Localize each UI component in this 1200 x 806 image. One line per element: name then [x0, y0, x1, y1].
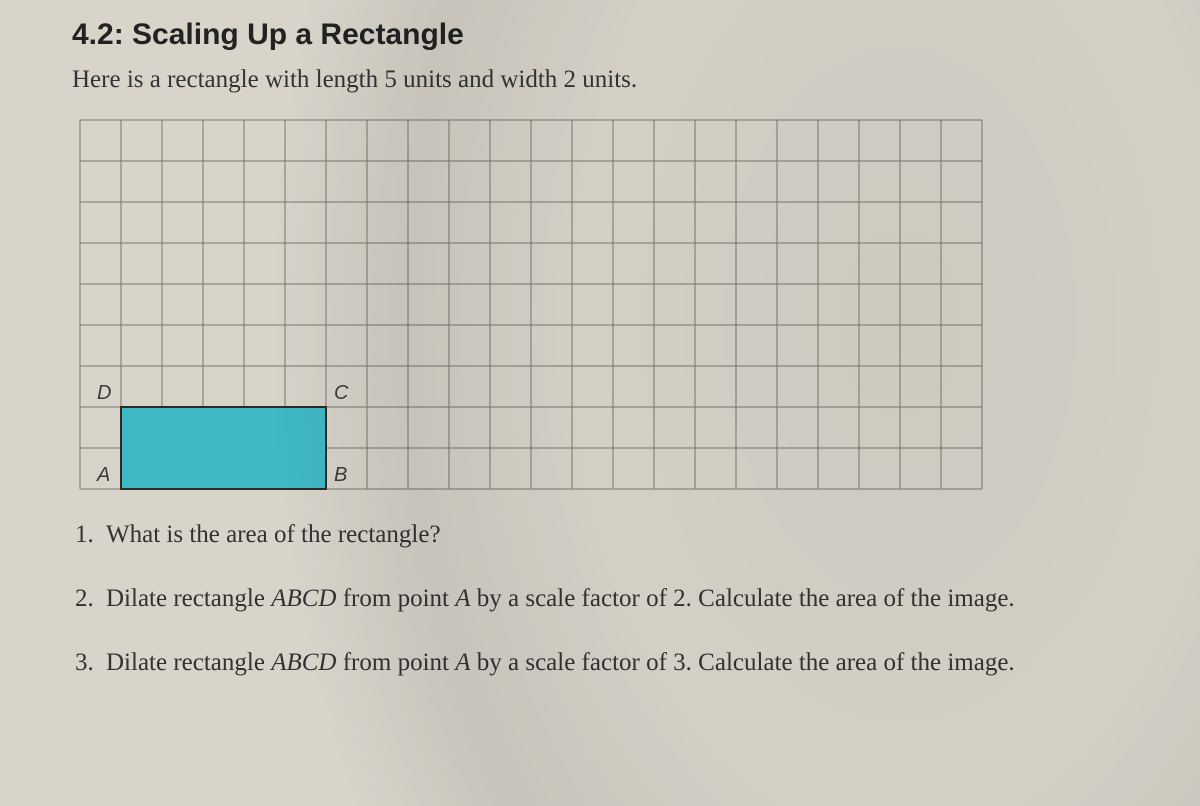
q3-point-a: A [455, 649, 470, 676]
question-2: Dilate rectangle ABCD from point A by a … [100, 582, 1140, 616]
rectangle-abcd [121, 407, 326, 489]
q3-part-e: by a scale factor of 3. Calculate the ar… [471, 649, 1015, 676]
question-list: What is the area of the rectangle? Dilat… [72, 518, 1140, 679]
q2-point-a: A [455, 585, 470, 612]
intro-text: Here is a rectangle with length 5 units … [72, 66, 1140, 94]
grid-figure: A B C D [72, 116, 992, 496]
q3-abcd: ABCD [271, 649, 336, 676]
q1-text: What is the area of the rectangle? [106, 521, 441, 548]
grid-svg: A B C D [72, 116, 992, 496]
q2-part-a: Dilate rectangle [106, 585, 271, 612]
question-1: What is the area of the rectangle? [100, 518, 1140, 552]
q3-part-a: Dilate rectangle [106, 649, 271, 676]
vertex-label-b: B [334, 464, 347, 486]
q2-part-c: from point [336, 585, 455, 612]
vertex-label-d: D [97, 382, 111, 404]
section-title: 4.2: Scaling Up a Rectangle [72, 18, 1140, 52]
vertex-label-c: C [334, 382, 349, 404]
q2-part-e: by a scale factor of 2. Calculate the ar… [471, 585, 1015, 612]
vertex-label-a: A [96, 464, 110, 486]
q2-abcd: ABCD [271, 585, 336, 612]
question-3: Dilate rectangle ABCD from point A by a … [100, 646, 1140, 680]
q3-part-c: from point [336, 649, 455, 676]
